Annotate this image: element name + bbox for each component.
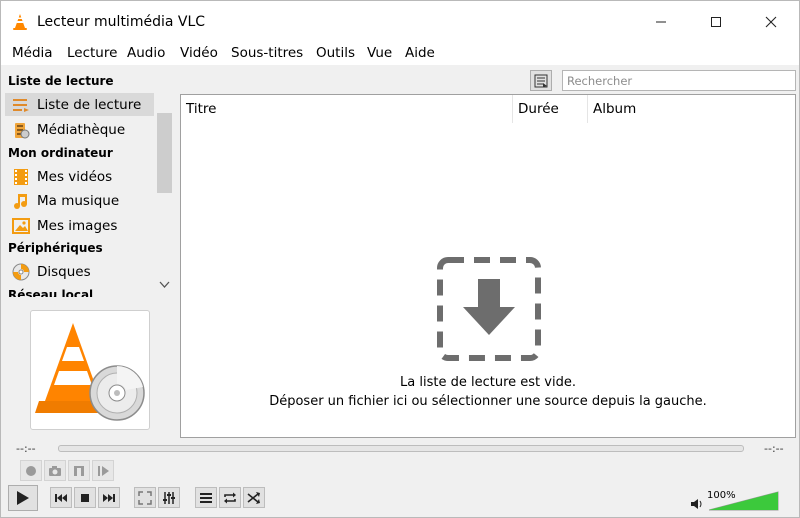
sidebar-section-devices: Périphériques bbox=[8, 241, 103, 255]
minimize-button[interactable] bbox=[633, 1, 688, 43]
vlc-window: Lecteur multimédia VLC Média Lecture Aud… bbox=[0, 0, 800, 518]
vlc-cone-disc-icon bbox=[35, 323, 145, 421]
previous-icon bbox=[55, 493, 67, 502]
sidebar-item-mediatheque[interactable]: Médiathèque bbox=[5, 118, 154, 141]
loop-button[interactable] bbox=[219, 487, 241, 508]
loop-ab-icon bbox=[74, 465, 84, 476]
loop-ab-button[interactable] bbox=[68, 460, 90, 481]
shuffle-icon bbox=[247, 491, 260, 504]
film-icon bbox=[11, 167, 31, 187]
menu-vue[interactable]: Vue bbox=[367, 45, 392, 61]
music-note-icon bbox=[11, 191, 31, 211]
playlist-toggle-icon bbox=[200, 492, 212, 503]
sidebar-item-videos[interactable]: Mes vidéos bbox=[5, 165, 154, 188]
toggle-playlist-button[interactable] bbox=[195, 487, 217, 508]
disc-icon bbox=[11, 262, 31, 282]
album-art bbox=[30, 310, 150, 430]
play-button[interactable] bbox=[8, 485, 38, 511]
playlist-view-button[interactable] bbox=[530, 70, 552, 91]
fullscreen-button[interactable] bbox=[134, 487, 156, 508]
sidebar-section-playlist: Liste de lecture bbox=[8, 74, 114, 88]
column-duration[interactable]: Durée bbox=[513, 95, 588, 123]
equalizer-icon bbox=[163, 491, 175, 504]
previous-button[interactable] bbox=[50, 487, 72, 508]
column-album[interactable]: Album bbox=[588, 95, 795, 123]
seek-slider[interactable] bbox=[58, 445, 744, 452]
fullscreen-icon bbox=[138, 490, 152, 505]
shuffle-button[interactable] bbox=[243, 487, 265, 508]
next-button[interactable] bbox=[98, 487, 120, 508]
sidebar-section-computer: Mon ordinateur bbox=[8, 146, 113, 160]
chevron-down-icon bbox=[159, 281, 170, 288]
loop-icon bbox=[224, 492, 236, 503]
sidebar-scroll-thumb[interactable] bbox=[157, 113, 172, 193]
menu-video[interactable]: Vidéo bbox=[180, 45, 218, 61]
menu-sous-titres[interactable]: Sous-titres bbox=[231, 45, 303, 61]
empty-line-1: La liste de lecture est vide. bbox=[400, 375, 576, 390]
remaining-time[interactable]: --:-- bbox=[764, 442, 784, 455]
empty-line-2: Déposer un fichier ici ou sélectionner u… bbox=[269, 394, 707, 409]
menu-media[interactable]: Média bbox=[12, 45, 53, 61]
maximize-button[interactable] bbox=[688, 1, 743, 43]
menu-audio[interactable]: Audio bbox=[127, 45, 165, 61]
stop-icon bbox=[81, 493, 89, 502]
sidebar-section-network: Réseau local bbox=[8, 288, 94, 297]
sidebar-item-label: Médiathèque bbox=[37, 121, 126, 138]
play-icon bbox=[17, 491, 29, 505]
vlc-cone-icon bbox=[13, 14, 27, 30]
camera-icon bbox=[49, 465, 61, 476]
maximize-icon bbox=[710, 17, 721, 27]
menu-lecture[interactable]: Lecture bbox=[67, 45, 117, 61]
window-title: Lecteur multimédia VLC bbox=[37, 14, 206, 30]
menu-bar: Média Lecture Audio Vidéo Sous-titres Ou… bbox=[1, 43, 799, 65]
title-bar[interactable]: Lecteur multimédia VLC bbox=[1, 1, 799, 43]
snapshot-button[interactable] bbox=[44, 460, 66, 481]
frame-step-icon bbox=[98, 465, 109, 476]
column-title[interactable]: Titre bbox=[181, 95, 513, 123]
minimize-icon bbox=[655, 21, 666, 23]
search-input[interactable] bbox=[562, 70, 796, 91]
menu-outils[interactable]: Outils bbox=[316, 45, 355, 61]
playlist-icon bbox=[11, 95, 31, 115]
speaker-icon[interactable] bbox=[690, 498, 704, 510]
drop-zone-icon bbox=[437, 257, 541, 361]
image-icon bbox=[11, 216, 31, 236]
sidebar-item-label: Liste de lecture bbox=[37, 96, 142, 113]
extended-settings-button[interactable] bbox=[158, 487, 180, 508]
close-icon bbox=[765, 16, 776, 28]
volume-slider[interactable] bbox=[709, 491, 779, 511]
close-button[interactable] bbox=[743, 1, 798, 43]
record-icon bbox=[26, 465, 36, 476]
sidebar-section-network-clip: Réseau local bbox=[8, 288, 156, 297]
sidebar-item-music[interactable]: Ma musique bbox=[5, 189, 154, 212]
sidebar-item-label: Mes images bbox=[37, 217, 118, 234]
next-icon bbox=[103, 493, 115, 502]
frame-step-button[interactable] bbox=[92, 460, 114, 481]
stop-button[interactable] bbox=[74, 487, 96, 508]
media-library-icon bbox=[11, 120, 31, 140]
sidebar-item-playlist[interactable]: Liste de lecture bbox=[5, 93, 154, 116]
scroll-down-button[interactable] bbox=[157, 279, 172, 293]
sidebar-item-images[interactable]: Mes images bbox=[5, 214, 154, 237]
menu-aide[interactable]: Aide bbox=[405, 45, 435, 61]
sidebar-item-label: Disques bbox=[37, 263, 91, 280]
empty-playlist-message: La liste de lecture est vide. Déposer un… bbox=[180, 373, 796, 411]
elapsed-time: --:-- bbox=[16, 442, 36, 455]
record-button[interactable] bbox=[20, 460, 42, 481]
sidebar-item-label: Mes vidéos bbox=[37, 168, 113, 185]
sidebar-item-label: Ma musique bbox=[37, 192, 120, 209]
sidebar-item-discs[interactable]: Disques bbox=[5, 260, 154, 283]
list-view-icon bbox=[534, 74, 548, 87]
